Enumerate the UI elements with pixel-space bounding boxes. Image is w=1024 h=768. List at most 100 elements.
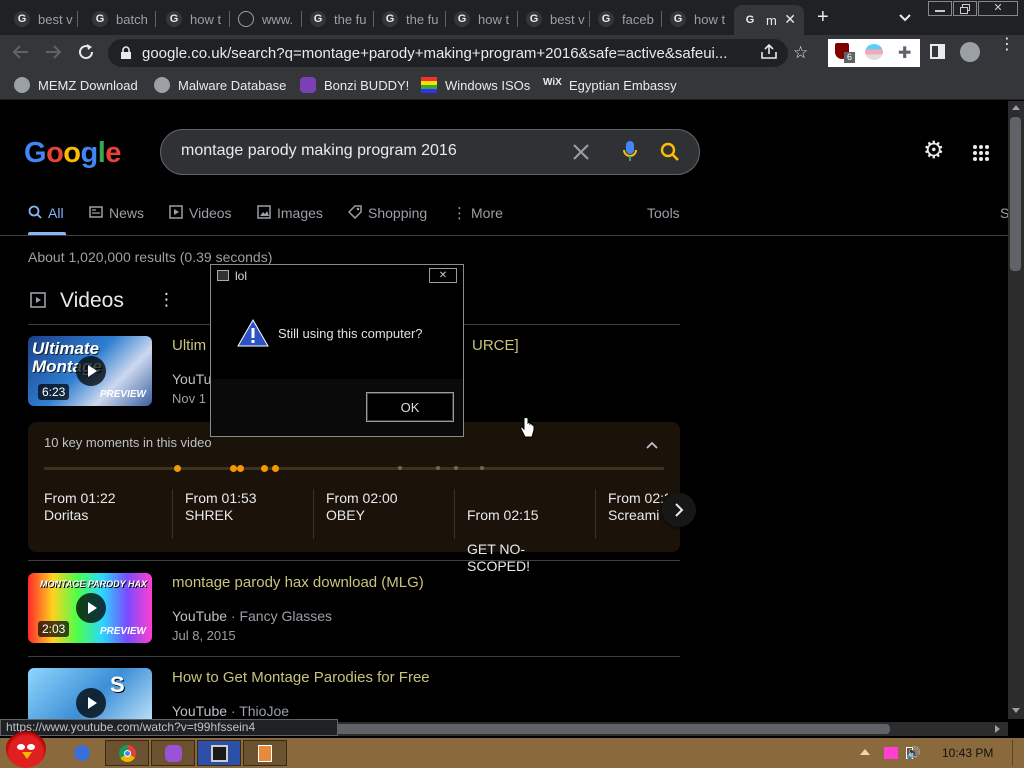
video-thumbnail[interactable]: Ultimate Montage 6:23 PREVIEW [28, 336, 152, 406]
key-moment-divider [454, 489, 455, 539]
tab-search-icon[interactable] [898, 10, 912, 28]
share-icon[interactable] [760, 43, 778, 65]
restore-icon[interactable] [953, 1, 977, 16]
taskbar-clock[interactable]: 10:43 PM [942, 746, 993, 760]
video-title[interactable]: Ultim [172, 337, 206, 354]
start-button-angry-bird-icon[interactable] [6, 730, 46, 768]
browser-tab[interactable]: Gfaceb [590, 5, 662, 33]
taskbar-chrome-button[interactable] [105, 740, 149, 766]
tab-videos[interactable]: Videos [169, 203, 232, 223]
browser-tab[interactable]: Gthe fu [302, 5, 374, 33]
tray-show-hidden-icon[interactable] [860, 749, 870, 755]
new-tab-icon[interactable]: + [817, 7, 829, 27]
scrollbar-thumb[interactable] [1010, 117, 1021, 271]
clipped-nav-item[interactable]: S [1000, 203, 1008, 223]
flag-extension-icon[interactable] [865, 44, 883, 60]
tray-app-icon[interactable] [884, 747, 898, 759]
timeline-dot[interactable] [398, 466, 402, 470]
timeline-dot[interactable] [436, 466, 440, 470]
tab-more[interactable]: ⋮ More [452, 203, 503, 223]
tray-volume-icon[interactable]: 🔊 [906, 746, 921, 760]
back-icon[interactable] [12, 44, 30, 65]
dialog-app-icon [217, 270, 229, 281]
browser-tab[interactable]: Gthe fu [374, 5, 446, 33]
bookmark-bonzi[interactable]: Bonzi BUDDY! [300, 76, 409, 94]
quicklaunch-icon[interactable] [74, 745, 90, 761]
ok-button[interactable]: OK [366, 392, 454, 422]
browser-tab[interactable]: Ghow t [158, 5, 230, 33]
tab-shopping[interactable]: Shopping [347, 203, 427, 223]
more-vert-icon: ⋮ [452, 205, 467, 222]
bookmark-windows-isos[interactable]: Windows ISOs [421, 76, 530, 94]
reload-icon[interactable] [77, 43, 95, 66]
clear-search-icon[interactable] [571, 142, 591, 167]
timeline-dot[interactable] [480, 466, 484, 470]
video-channel[interactable]: ThioJoe [239, 703, 289, 719]
bookmark-memz[interactable]: MEMZ Download [14, 76, 138, 94]
video-title-tail[interactable]: URCE] [472, 337, 519, 354]
video-title[interactable]: montage parody hax download (MLG) [172, 574, 424, 591]
vertical-scrollbar[interactable] [1008, 101, 1024, 719]
key-moments-header[interactable]: 10 key moments in this video [44, 435, 212, 450]
side-panel-icon[interactable] [930, 44, 945, 59]
timeline-dot[interactable] [261, 465, 268, 472]
browser-tab-active[interactable]: Gm ✕ [734, 5, 804, 35]
tab-strip: Gbest v Gbatch Ghow t www. Gthe fu Gthe … [0, 0, 1024, 35]
puzzle-extensions-icon[interactable]: ✚ [898, 43, 911, 63]
close-tab-icon[interactable]: ✕ [784, 11, 796, 28]
browser-tab[interactable]: www. [230, 5, 302, 33]
tab-all[interactable]: All [28, 203, 64, 223]
timeline-dot[interactable] [237, 465, 244, 472]
browser-tab[interactable]: Ghow t [446, 5, 518, 33]
video-channel[interactable]: Fancy Glasses [239, 608, 332, 624]
show-desktop-button[interactable] [1012, 740, 1022, 766]
scroll-down-arrow-icon[interactable] [1012, 708, 1020, 713]
key-moment-item[interactable]: From 02:15 GET NO- SCOPED! [467, 490, 539, 592]
taskbar-app-button[interactable] [151, 740, 195, 766]
taskbar-app-button[interactable] [243, 740, 287, 766]
browser-tab[interactable]: Gbatch [84, 5, 156, 33]
settings-gear-icon[interactable]: ⚙ [923, 139, 945, 163]
tab-news[interactable]: News [89, 203, 144, 223]
close-window-icon[interactable]: ✕ [978, 1, 1018, 16]
collapse-chevron-icon[interactable] [646, 436, 658, 454]
timeline-dot[interactable] [230, 465, 237, 472]
key-moment-item[interactable]: From 02:2 Screami [608, 490, 668, 524]
preview-label: PREVIEW [99, 626, 146, 637]
google-logo[interactable]: Google [24, 137, 121, 170]
search-input[interactable]: montage parody making program 2016 [181, 142, 457, 160]
bookmark-egyptian-embassy[interactable]: WiX Egyptian Embassy [543, 76, 677, 94]
key-moment-item[interactable]: From 02:00 OBEY [326, 490, 398, 524]
browser-tab[interactable]: Gbest v [6, 5, 78, 33]
timeline-dot[interactable] [272, 465, 279, 472]
taskbar-app-button-active[interactable] [197, 740, 241, 766]
scroll-right-arrow-icon[interactable] [995, 725, 1000, 733]
apps-grid-icon[interactable] [972, 144, 990, 167]
key-moment-item[interactable]: From 01:53 SHREK [185, 490, 257, 524]
tools-button[interactable]: Tools [647, 203, 680, 223]
scrollbar-thumb[interactable] [330, 724, 890, 734]
forward-icon[interactable] [44, 44, 62, 65]
menu-icon[interactable]: ⋮ [999, 37, 1015, 53]
next-moments-button[interactable] [662, 493, 696, 527]
dialog-titlebar[interactable]: lol ✕ [211, 265, 463, 287]
voice-search-icon[interactable] [622, 140, 638, 169]
search-icon[interactable] [660, 142, 680, 167]
timeline-dot[interactable] [454, 466, 458, 470]
video-thumbnail[interactable]: MONTAGE PARODY HAX 2:03 PREVIEW [28, 573, 152, 643]
videos-more-icon[interactable]: ⋮ [158, 290, 175, 310]
dialog-close-icon[interactable]: ✕ [429, 268, 457, 283]
video-title[interactable]: How to Get Montage Parodies for Free [172, 669, 430, 686]
scroll-up-arrow-icon[interactable] [1012, 105, 1020, 110]
minimize-icon[interactable] [928, 1, 952, 16]
tab-images[interactable]: Images [257, 203, 323, 223]
profile-avatar-icon[interactable] [960, 42, 980, 62]
browser-tab[interactable]: Ghow t [662, 5, 734, 33]
address-bar[interactable]: google.co.uk/search?q=montage+parody+mak… [108, 39, 788, 67]
key-moment-item[interactable]: From 01:22 Doritas [44, 490, 116, 524]
bookmark-star-icon[interactable]: ☆ [793, 43, 808, 63]
browser-tab[interactable]: Gbest v [518, 5, 590, 33]
bookmark-malware-db[interactable]: Malware Database [154, 76, 286, 94]
video-thumbnail[interactable]: S [28, 668, 152, 719]
timeline-dot[interactable] [174, 465, 181, 472]
